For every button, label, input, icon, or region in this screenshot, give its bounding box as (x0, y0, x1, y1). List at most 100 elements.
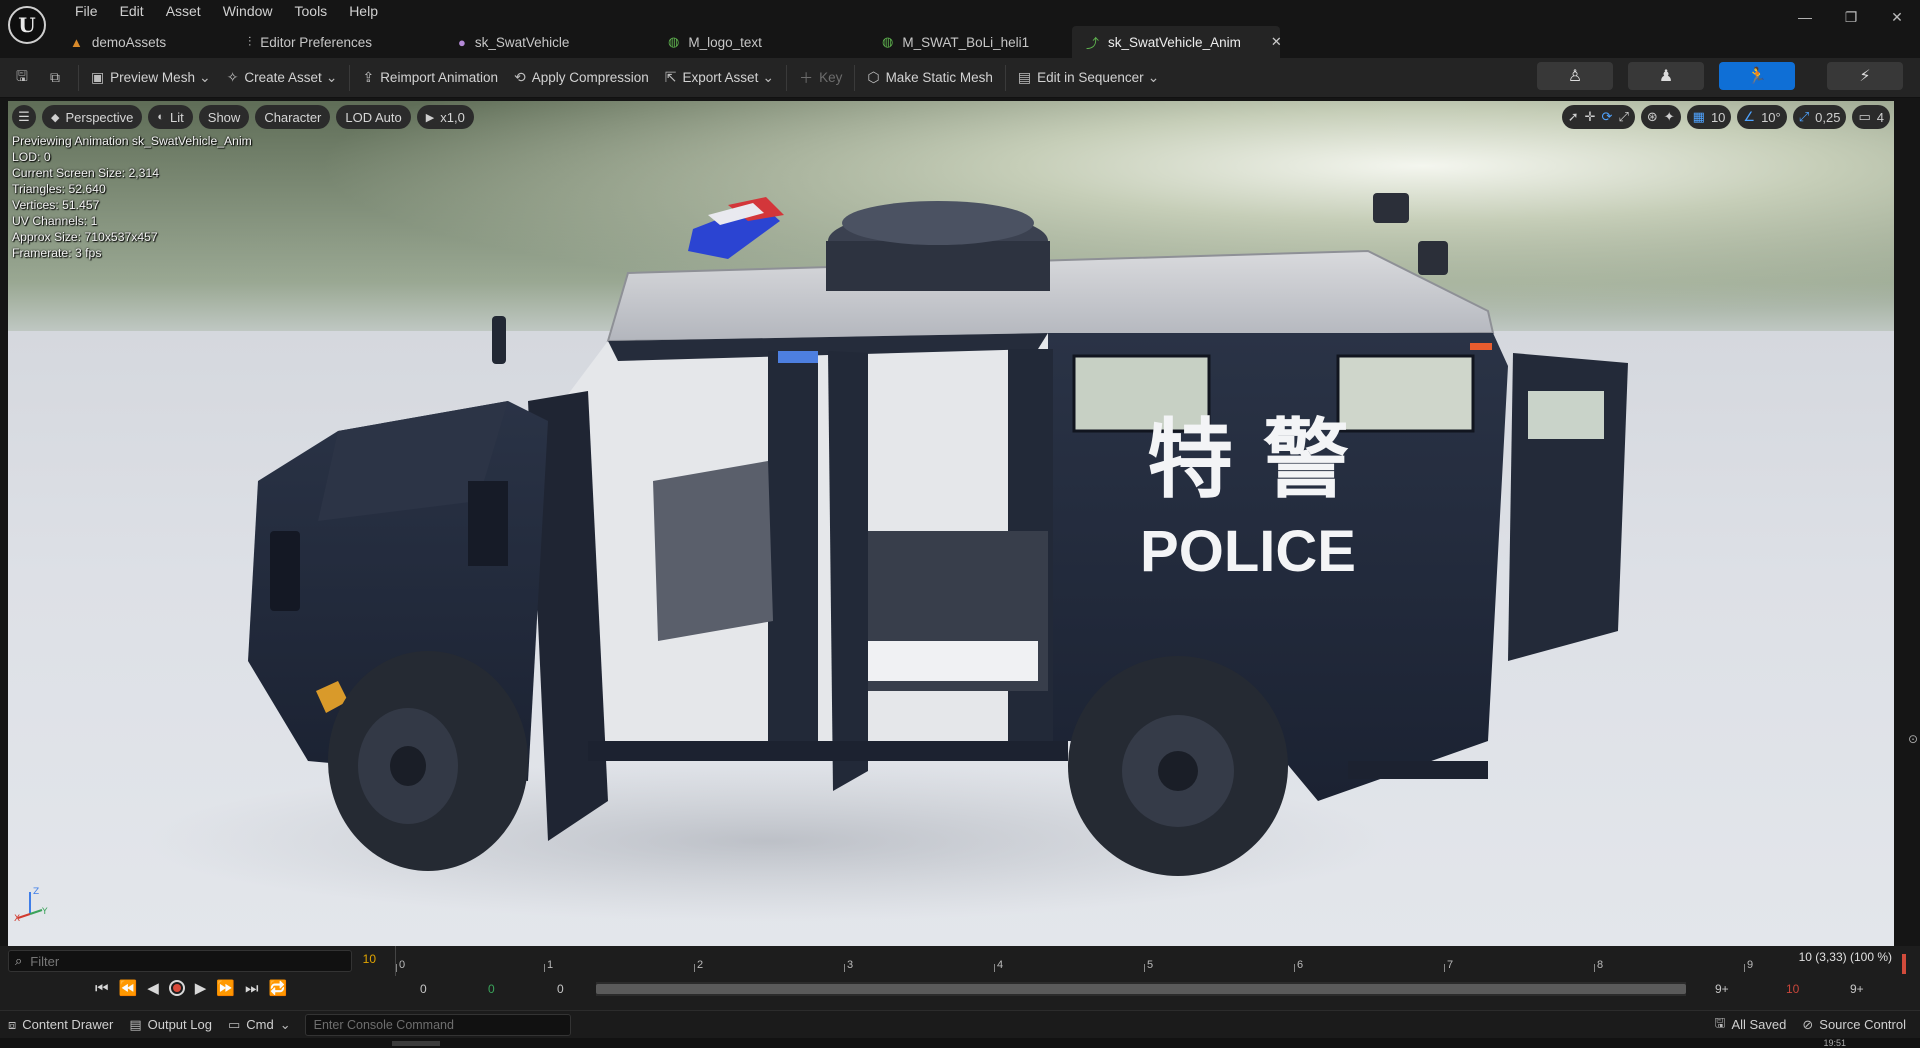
skeleton-mode-button[interactable]: ♙ (1537, 62, 1613, 90)
step-back-icon[interactable]: ⏪ (119, 979, 138, 997)
end-frame-left[interactable]: 9+ (1715, 982, 1729, 996)
console-command-input[interactable]: Enter Console Command (304, 1013, 571, 1036)
browse-button[interactable]: ⧉ (42, 62, 74, 94)
preview-mesh-label: Preview Mesh (110, 70, 195, 85)
document-tabs: ▲ demoAssets ⫶ Editor Preferences ● sk_S… (56, 26, 1282, 58)
all-saved-button[interactable]: 🖫 All Saved (1706, 1014, 1794, 1036)
tab-sk-swatvehicle-anim[interactable]: ⤴ sk_SwatVehicle_Anim ✕ (1072, 26, 1282, 58)
minimize-button[interactable]: — (1782, 0, 1828, 34)
export-asset-button[interactable]: ⇱ Export Asset ⌄ (657, 62, 782, 94)
animation-mode-button[interactable]: 🏃 (1719, 62, 1795, 90)
make-static-mesh-button[interactable]: ⬡ Make Static Mesh (859, 62, 1001, 94)
menu-help[interactable]: Help (338, 3, 389, 19)
chevron-down-icon: ⌄ (1147, 69, 1160, 85)
step-forward-icon[interactable]: ⏩ (216, 979, 235, 997)
playhead-marker[interactable] (1902, 954, 1906, 974)
menu-window[interactable]: Window (212, 3, 284, 19)
running-board (588, 741, 1068, 761)
scale-snap-group[interactable]: ⤢ 0,25 (1792, 105, 1847, 129)
vehicle-roof (606, 249, 1495, 343)
grid-snap-value: 10 (1710, 109, 1726, 125)
tick-label: 8 (1597, 959, 1604, 971)
unreal-logo-icon[interactable]: U (8, 6, 46, 44)
end-frame-red[interactable]: 10 (1786, 982, 1799, 996)
horizontal-scrollbar[interactable] (392, 1041, 440, 1046)
play-reverse-icon[interactable]: ◀ (147, 979, 159, 997)
tab-m-logo-text[interactable]: ◍ M_logo_text (654, 26, 868, 58)
camera-speed-group[interactable]: ▭ 4 (1852, 105, 1890, 129)
side-panel-handle[interactable]: ⊙ (1908, 732, 1918, 748)
output-log-button[interactable]: ▤ Output Log (121, 1017, 220, 1033)
menu-asset[interactable]: Asset (155, 3, 212, 19)
save-button[interactable]: 🖫 (0, 62, 42, 94)
timeline-filter-placeholder: Filter (30, 953, 60, 969)
create-asset-button[interactable]: ✧ Create Asset ⌄ (219, 62, 346, 94)
tick-mark (694, 964, 695, 972)
chevron-down-icon: ⌄ (198, 69, 211, 85)
tick-mark (1594, 964, 1595, 972)
edit-in-sequencer-button[interactable]: ▤ Edit in Sequencer ⌄ (1010, 62, 1168, 94)
tick-label: 1 (547, 959, 554, 971)
tab-demo-assets[interactable]: ▲ demoAssets (56, 26, 234, 58)
timeline-scroll-thumb[interactable] (596, 984, 1686, 994)
tab-m-swat-boli-heli1[interactable]: ◍ M_SWAT_BoLi_heli1 (868, 26, 1072, 58)
rotation-snap-group[interactable]: ∠ 10° (1737, 105, 1787, 129)
skip-to-end-icon[interactable]: ⏭ (245, 980, 259, 997)
tab-label: Editor Preferences (260, 34, 373, 50)
playback-end-frame[interactable]: 0 (557, 982, 564, 996)
tab-sk-swatvehicle[interactable]: ● sk_SwatVehicle (444, 26, 654, 58)
world-local-icon[interactable]: ⊛ (1647, 109, 1658, 125)
tick-label: 0 (399, 959, 406, 971)
show-button[interactable]: Show (198, 105, 250, 129)
start-frame[interactable]: 0 (420, 982, 427, 996)
close-window-button[interactable]: ✕ (1874, 0, 1920, 34)
record-button[interactable] (168, 980, 185, 996)
loop-icon[interactable]: 🔁 (269, 979, 288, 997)
tick-mark (994, 964, 995, 972)
current-frame-readout: 10 (3,33) (100 %) (1798, 950, 1892, 964)
tab-label: demoAssets (91, 34, 167, 50)
lod-button[interactable]: LOD Auto (336, 105, 411, 129)
playback-start-frame[interactable]: 0 (488, 982, 495, 996)
stats-line: Approx Size: 710x537x457 (12, 230, 158, 244)
play-icon[interactable]: ▶ (195, 979, 207, 997)
surface-snap-icon[interactable]: ✦ (1664, 109, 1675, 125)
timeline-ruler[interactable]: 0 1 2 3 4 5 6 7 8 9 (395, 946, 1895, 976)
apply-compression-button[interactable]: ⟲ Apply Compression (506, 62, 657, 94)
tab-editor-preferences[interactable]: ⫶ Editor Preferences (234, 26, 444, 58)
preview-mesh-button[interactable]: ▣ Preview Mesh ⌄ (83, 62, 219, 94)
menu-file[interactable]: File (64, 3, 109, 19)
lit-button[interactable]: ◐ Lit (148, 105, 193, 129)
content-drawer-button[interactable]: ⧈ Content Drawer (0, 1017, 121, 1033)
timeline-filter-input[interactable]: ⌕ Filter (8, 950, 352, 972)
translate-icon[interactable]: ✛ (1585, 109, 1596, 125)
source-control-label: Source Control (1819, 1017, 1906, 1032)
skip-to-start-icon[interactable]: ⏮ (95, 980, 109, 997)
perspective-button[interactable]: ◆ Perspective (42, 105, 143, 129)
key-label: Key (819, 70, 843, 85)
cmd-dropdown[interactable]: ▭ Cmd ⌄ (220, 1017, 299, 1033)
close-tab-icon[interactable]: ✕ (1271, 34, 1282, 50)
menu-edit[interactable]: Edit (109, 3, 155, 19)
character-button[interactable]: Character (255, 105, 331, 129)
main-menu: File Edit Asset Window Tools Help (64, 0, 389, 22)
viewport-menu-button[interactable]: ☰ (12, 105, 36, 129)
rear-door-window (1528, 391, 1604, 439)
reimport-animation-button[interactable]: ⇪ Reimport Animation (354, 62, 506, 94)
key-button[interactable]: ＋ Key (791, 62, 850, 94)
preview-viewport[interactable]: 特 警 POLICE ☰ ◆ Perspective ◐ Lit Show Ch… (8, 101, 1894, 946)
restore-button[interactable]: ❐ (1828, 0, 1874, 34)
physics-mode-button[interactable]: ⚡ (1827, 62, 1903, 90)
end-frame-right[interactable]: 9+ (1850, 982, 1864, 996)
source-control-button[interactable]: ⊘ Source Control (1794, 1014, 1914, 1036)
physics-mode-icon: ⚡ (1859, 68, 1871, 85)
rotate-icon[interactable]: ⟳ (1602, 109, 1613, 125)
folder-icon: ▲ (70, 34, 83, 50)
mesh-mode-button[interactable]: ♟ (1628, 62, 1704, 90)
grid-snap-group[interactable]: ▦ 10 (1686, 105, 1732, 129)
scale-icon[interactable]: ⤢ (1618, 109, 1628, 125)
playback-speed-button[interactable]: ▶ x1,0 (416, 105, 474, 129)
select-icon[interactable]: ➚ (1568, 109, 1579, 125)
timeline-scrollbar[interactable] (596, 982, 1686, 996)
menu-tools[interactable]: Tools (284, 3, 339, 19)
